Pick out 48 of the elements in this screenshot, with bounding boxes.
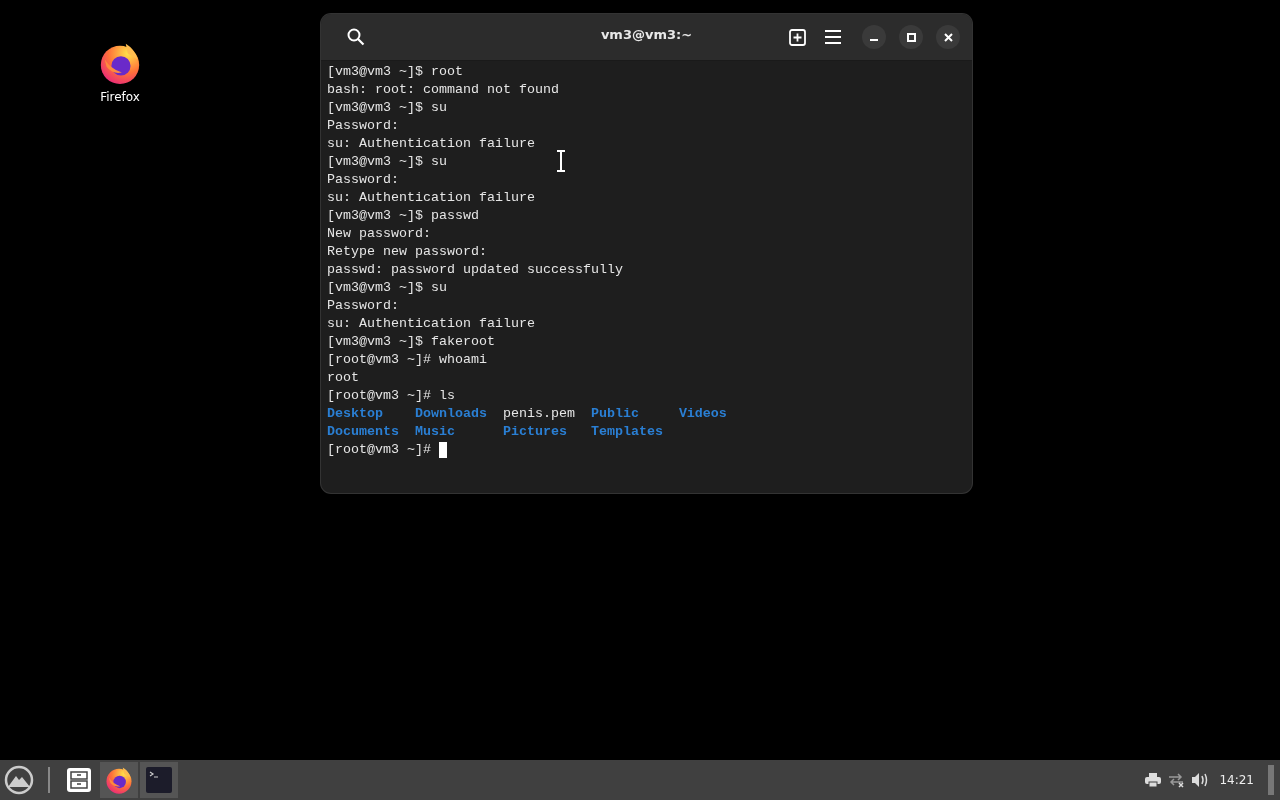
clock[interactable]: 14:21 xyxy=(1219,773,1254,787)
directory-name: Templates xyxy=(590,423,663,441)
window-title: vm3@vm3:~ xyxy=(600,27,693,42)
terminal-line: passwd: password updated successfully xyxy=(327,261,623,279)
maximize-button[interactable] xyxy=(899,25,923,49)
directory-name: Desktop xyxy=(327,405,383,423)
terminal-line: Password: xyxy=(327,297,399,315)
mountain-logo-icon xyxy=(4,765,34,795)
terminal-line: Retype new password: xyxy=(327,243,487,261)
terminal-line: [vm3@vm3 ~]$ su xyxy=(327,153,447,171)
text-cursor-icon xyxy=(556,150,566,172)
minimize-button[interactable] xyxy=(862,25,886,49)
terminal-line: root xyxy=(327,369,359,387)
desktop-icon-label[interactable]: Firefox xyxy=(100,90,140,104)
terminal-line: [vm3@vm3 ~]$ root xyxy=(327,63,463,81)
close-icon xyxy=(943,32,953,42)
search-icon xyxy=(347,28,365,46)
terminal-line: [vm3@vm3 ~]$ passwd xyxy=(327,207,479,225)
menu-icon xyxy=(825,30,841,44)
directory-name: Documents xyxy=(327,423,399,441)
directory-name: Public xyxy=(590,405,639,423)
terminal-line: [vm3@vm3 ~]$ fakeroot xyxy=(327,333,495,351)
terminal-icon xyxy=(146,767,172,793)
file-name: penis.pem xyxy=(502,405,575,423)
network-disconnected-icon[interactable] xyxy=(1167,772,1186,788)
terminal-line: [vm3@vm3 ~]$ su xyxy=(327,99,447,117)
terminal-line: su: Authentication failure xyxy=(327,315,535,333)
terminal-line: bash: root: command not found xyxy=(327,81,559,99)
directory-name: Music xyxy=(414,423,455,441)
terminal-line: Password: xyxy=(327,117,399,135)
printer-icon[interactable] xyxy=(1145,773,1162,787)
terminal-line: [root@vm3 ~]# whoami xyxy=(327,351,487,369)
text-cursor xyxy=(439,442,447,458)
maximize-icon xyxy=(906,32,916,42)
terminal-prompt: [root@vm3 ~]# xyxy=(327,441,431,459)
terminal-line: [vm3@vm3 ~]$ su xyxy=(327,279,447,297)
terminal-line: su: Authentication failure xyxy=(327,135,535,153)
terminal-line: New password: xyxy=(327,225,431,243)
terminal-line: Password: xyxy=(327,171,399,189)
directory-name: Pictures xyxy=(502,423,567,441)
directory-name: Downloads xyxy=(414,405,487,423)
terminal-line: su: Authentication failure xyxy=(327,189,535,207)
plus-square-icon xyxy=(788,28,806,46)
terminal-line: [root@vm3 ~]# ls xyxy=(327,387,455,405)
directory-name: Videos xyxy=(678,405,727,423)
close-button[interactable] xyxy=(936,25,960,49)
volume-icon[interactable] xyxy=(1191,772,1210,788)
file-cabinet-icon xyxy=(66,767,92,793)
